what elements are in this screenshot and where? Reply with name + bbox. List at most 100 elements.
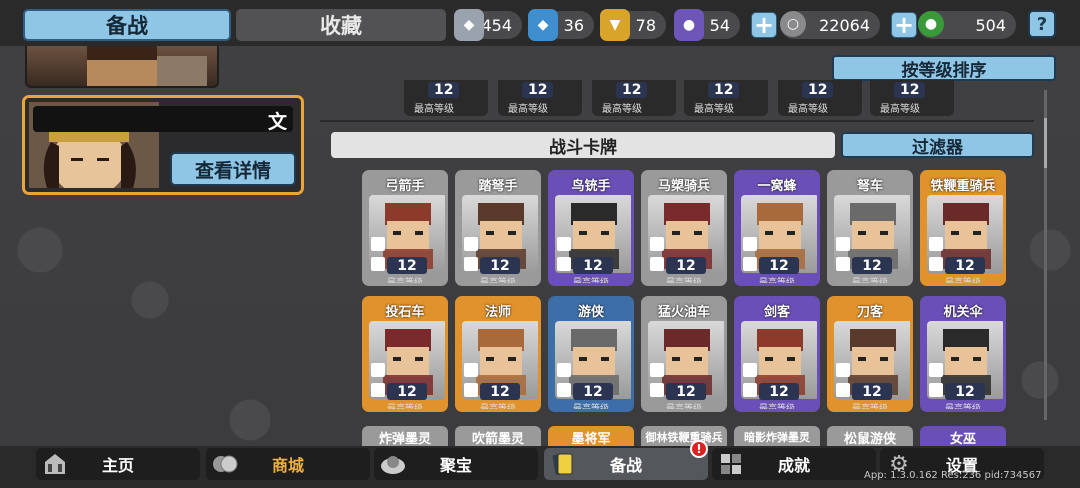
- battle-card[interactable]: 机关伞 12 最高等级: [920, 296, 1006, 412]
- tab-collection[interactable]: 收藏: [236, 9, 446, 41]
- battle-card[interactable]: 一窝蜂 12 最高等级: [734, 170, 820, 286]
- card-max-label: 最高等级: [944, 278, 981, 286]
- card-level: 12: [759, 383, 799, 400]
- card-max-label: 最高等级: [694, 104, 734, 115]
- card-name: 铁鞭重骑兵: [930, 178, 996, 194]
- green-gem-value: 504: [975, 15, 1006, 35]
- deck-card[interactable]: 12 最高等级: [592, 80, 676, 116]
- add-gems-button[interactable]: +: [891, 12, 917, 38]
- battle-card-partial[interactable]: 炸弹墨灵: [362, 426, 448, 448]
- unit-type-icon: [557, 257, 571, 271]
- card-name: 踏弩手: [478, 178, 518, 194]
- tab-prepare[interactable]: 备战: [23, 9, 231, 41]
- purple-mask-icon: ●: [674, 9, 704, 41]
- silver-crystal-icon: ◆: [454, 9, 484, 41]
- attack-type-icon: [371, 237, 385, 251]
- battle-cards-title: 战斗卡牌: [331, 132, 835, 158]
- nav-shop[interactable]: 商城: [206, 448, 370, 480]
- card-name: 马槊骑兵: [657, 178, 710, 194]
- card-level: 12: [616, 82, 648, 98]
- deck-card[interactable]: 12 最高等级: [870, 80, 954, 116]
- attack-type-icon: [371, 363, 385, 377]
- battle-card[interactable]: 刀客 12 最高等级: [827, 296, 913, 412]
- battle-card[interactable]: 铁鞭重骑兵 12 最高等级: [920, 170, 1006, 286]
- card-level: 12: [573, 383, 613, 400]
- card-max-label: 最高等级: [508, 104, 548, 115]
- attack-type-icon: [464, 363, 478, 377]
- battle-card[interactable]: 马槊骑兵 12 最高等级: [641, 170, 727, 286]
- unit-type-icon: [371, 257, 385, 271]
- battle-card[interactable]: 猛火油车 12 最高等级: [641, 296, 727, 412]
- attack-type-icon: [929, 363, 943, 377]
- card-max-label: 最高等级: [851, 404, 888, 412]
- card-max-label: 最高等级: [758, 404, 795, 412]
- nav-achievement-label: 成就: [777, 456, 810, 475]
- blue-crystal-icon: ◆: [528, 9, 558, 41]
- card-max-label: 最高等级: [572, 404, 609, 412]
- card-name: 机关伞: [943, 304, 983, 320]
- blue-crystal-value: 36: [563, 15, 584, 35]
- add-coins-button[interactable]: +: [751, 12, 777, 38]
- deck-card[interactable]: 12 最高等级: [498, 80, 582, 116]
- unit-type-icon: [464, 383, 478, 397]
- attack-type-icon: [743, 363, 757, 377]
- nav-prepare-label: 备战: [609, 456, 642, 475]
- card-name: 投石车: [385, 304, 425, 320]
- card-level: 12: [387, 383, 427, 400]
- help-button[interactable]: ?: [1028, 10, 1056, 38]
- card-name: 法师: [484, 304, 511, 320]
- sort-by-level-button[interactable]: 按等级排序: [832, 55, 1056, 81]
- version-text: App: 1.3.0.162 Res:236 pid:734567: [864, 470, 1042, 481]
- hero-portrait-partial[interactable]: [25, 46, 219, 88]
- deck-card[interactable]: 12 最高等级: [684, 80, 768, 116]
- nav-treasure-label: 聚宝: [439, 456, 472, 475]
- card-level: 12: [894, 82, 926, 98]
- battle-card[interactable]: 踏弩手 12 最高等级: [455, 170, 541, 286]
- hero-card[interactable]: 文 查看详情: [22, 95, 304, 195]
- battle-card[interactable]: 弩车 12 最高等级: [827, 170, 913, 286]
- nav-treasure[interactable]: 聚宝: [374, 448, 538, 480]
- gold-trophy-icon: ▼: [600, 9, 630, 41]
- card-max-label: 最高等级: [386, 404, 423, 412]
- card-max-label: 最高等级: [944, 404, 981, 412]
- card-name: 一窝蜂: [757, 178, 797, 194]
- nav-shop-label: 商城: [271, 456, 304, 475]
- blue-crystal-counter: ◆ 36: [528, 9, 594, 41]
- battle-card[interactable]: 投石车 12 最高等级: [362, 296, 448, 412]
- attack-type-icon: [929, 237, 943, 251]
- unit-type-icon: [929, 383, 943, 397]
- card-level: 12: [573, 257, 613, 274]
- deck-card[interactable]: 12 最高等级: [404, 80, 488, 116]
- card-level: 12: [480, 257, 520, 274]
- nav-prepare[interactable]: 备战: [544, 448, 708, 480]
- card-level: 12: [759, 257, 799, 274]
- gold-trophy-value: 78: [635, 15, 656, 35]
- card-level: 12: [480, 383, 520, 400]
- nav-home[interactable]: 主页: [36, 448, 200, 480]
- battle-card[interactable]: 剑客 12 最高等级: [734, 296, 820, 412]
- battle-card-partial[interactable]: 墨将军: [548, 426, 634, 448]
- top-bar: 备战 收藏 ◆ 8454 ◆ 36 ▼ 78 ● 54 + ○ 22064 + …: [0, 0, 1080, 46]
- unit-type-icon: [836, 383, 850, 397]
- battle-card[interactable]: 法师 12 最高等级: [455, 296, 541, 412]
- view-details-button[interactable]: 查看详情: [170, 152, 296, 186]
- scrollbar-thumb[interactable]: [1044, 118, 1047, 168]
- card-name: 游侠: [577, 304, 604, 320]
- battle-card-partial[interactable]: 御林铁鞭重骑兵: [641, 426, 727, 448]
- battle-card-partial[interactable]: 暗影炸弹墨灵: [734, 426, 820, 448]
- battle-card-partial[interactable]: 松鼠游侠: [827, 426, 913, 448]
- deck-card[interactable]: 12 最高等级: [778, 80, 862, 116]
- silver-coin-icon: ○: [780, 11, 806, 37]
- card-level: 12: [945, 257, 985, 274]
- battle-card-partial[interactable]: 吹箭墨灵: [455, 426, 541, 448]
- battle-card[interactable]: 鸟铳手 12 最高等级: [548, 170, 634, 286]
- nav-achievement[interactable]: 成就: [712, 448, 876, 480]
- battle-card[interactable]: 游侠 12 最高等级: [548, 296, 634, 412]
- battle-card-partial[interactable]: 女巫: [920, 426, 1006, 448]
- card-max-label: 最高等级: [758, 278, 795, 286]
- battle-card[interactable]: 弓箭手 12 最高等级: [362, 170, 448, 286]
- card-max-label: 最高等级: [851, 278, 888, 286]
- unit-type-icon: [464, 257, 478, 271]
- filter-button[interactable]: 过滤器: [841, 132, 1034, 158]
- card-max-label: 最高等级: [414, 104, 454, 115]
